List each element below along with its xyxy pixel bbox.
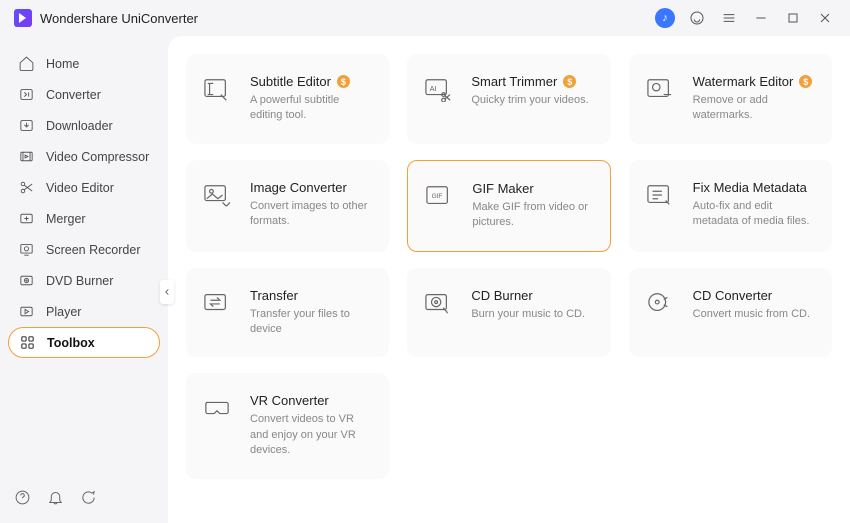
sidebar-item-downloader[interactable]: Downloader (8, 110, 160, 141)
sidebar-item-player[interactable]: Player (8, 296, 160, 327)
tool-card-gif-maker[interactable]: GIF GIF Maker Make GIF from video or pic… (407, 160, 610, 252)
account-avatar[interactable]: ♪ (654, 7, 676, 29)
tool-card-desc: Auto-fix and edit metadata of media file… (693, 199, 816, 230)
tool-card-desc: Burn your music to CD. (471, 307, 594, 322)
gif-maker-icon: GIF (424, 183, 458, 211)
tool-card-image-converter[interactable]: Image Converter Convert images to other … (186, 160, 389, 252)
tool-card-title: GIF Maker (472, 181, 533, 196)
title-bar: Wondershare UniConverter ♪ (0, 0, 850, 36)
tool-card-watermark-editor[interactable]: Watermark Editor $ Remove or add watermar… (629, 54, 832, 144)
tool-card-vr-converter[interactable]: VR Converter Convert videos to VR and en… (186, 373, 389, 478)
tool-card-title: VR Converter (250, 393, 329, 408)
cd-converter-icon (645, 290, 679, 318)
dvd-icon (16, 271, 36, 291)
app-title: Wondershare UniConverter (40, 11, 198, 26)
sidebar-item-label: Video Compressor (46, 150, 149, 164)
converter-icon (16, 85, 36, 105)
compressor-icon (16, 147, 36, 167)
fix-metadata-icon (645, 182, 679, 210)
menu-icon[interactable] (718, 7, 740, 29)
app-logo-icon (14, 9, 32, 27)
tool-card-title: Fix Media Metadata (693, 180, 807, 195)
merger-icon (16, 209, 36, 229)
tool-card-subtitle-editor[interactable]: Subtitle Editor $ A powerful subtitle edi… (186, 54, 389, 144)
sidebar-item-label: Video Editor (46, 181, 114, 195)
help-icon[interactable] (14, 489, 31, 511)
tool-card-title: Subtitle Editor (250, 74, 331, 89)
smart-trimmer-icon: AI (423, 76, 457, 104)
premium-badge: $ (563, 75, 576, 88)
tool-card-desc: Make GIF from video or pictures. (472, 200, 593, 231)
toolbox-icon (17, 333, 37, 353)
tool-card-desc: Convert music from CD. (693, 307, 816, 322)
svg-text:AI: AI (430, 84, 437, 93)
sidebar-item-label: Screen Recorder (46, 243, 141, 257)
svg-text:GIF: GIF (432, 193, 443, 200)
tool-card-desc: Transfer your files to device (250, 307, 373, 338)
premium-badge: $ (337, 75, 350, 88)
tool-card-smart-trimmer[interactable]: AI Smart Trimmer $ Quicky trim your video… (407, 54, 610, 144)
sidebar-item-screen-recorder[interactable]: Screen Recorder (8, 234, 160, 265)
sidebar-item-label: Converter (46, 88, 101, 102)
tool-card-title: CD Converter (693, 288, 772, 303)
minimize-icon[interactable] (750, 7, 772, 29)
tool-card-title: CD Burner (471, 288, 532, 303)
sidebar-item-video-compressor[interactable]: Video Compressor (8, 141, 160, 172)
sidebar-item-toolbox[interactable]: Toolbox (8, 327, 160, 358)
premium-badge: $ (799, 75, 812, 88)
sidebar-item-label: Toolbox (47, 336, 95, 350)
sidebar-item-converter[interactable]: Converter (8, 79, 160, 110)
image-converter-icon (202, 182, 236, 210)
sidebar: Home Converter Downloader Video Compress… (0, 36, 168, 523)
sidebar-item-label: Downloader (46, 119, 113, 133)
tool-card-desc: Quicky trim your videos. (471, 93, 594, 108)
sidebar-item-merger[interactable]: Merger (8, 203, 160, 234)
sidebar-item-video-editor[interactable]: Video Editor (8, 172, 160, 203)
sidebar-item-label: DVD Burner (46, 274, 113, 288)
tool-card-title: Transfer (250, 288, 298, 303)
tool-card-title: Image Converter (250, 180, 347, 195)
main-content: Subtitle Editor $ A powerful subtitle edi… (168, 36, 850, 523)
tool-card-fix-media-metadata[interactable]: Fix Media Metadata Auto-fix and edit met… (629, 160, 832, 252)
home-icon (16, 54, 36, 74)
vr-converter-icon (202, 395, 236, 423)
watermark-editor-icon (645, 76, 679, 104)
tool-card-desc: Remove or add watermarks. (693, 93, 816, 124)
tool-card-title: Smart Trimmer (471, 74, 557, 89)
tool-card-desc: A powerful subtitle editing tool. (250, 93, 373, 124)
tool-card-cd-burner[interactable]: CD Burner Burn your music to CD. (407, 268, 610, 358)
feedback-icon[interactable] (80, 489, 97, 511)
player-icon (16, 302, 36, 322)
maximize-icon[interactable] (782, 7, 804, 29)
sidebar-item-home[interactable]: Home (8, 48, 160, 79)
sidebar-item-label: Player (46, 305, 81, 319)
scissors-icon (16, 178, 36, 198)
close-icon[interactable] (814, 7, 836, 29)
notification-icon[interactable] (47, 489, 64, 511)
sidebar-item-dvd-burner[interactable]: DVD Burner (8, 265, 160, 296)
tool-card-title: Watermark Editor (693, 74, 794, 89)
tool-card-desc: Convert images to other formats. (250, 199, 373, 230)
support-icon[interactable] (686, 7, 708, 29)
transfer-icon (202, 290, 236, 318)
recorder-icon (16, 240, 36, 260)
collapse-sidebar-button[interactable] (160, 280, 174, 304)
sidebar-item-label: Home (46, 57, 79, 71)
sidebar-item-label: Merger (46, 212, 86, 226)
cd-burner-icon (423, 290, 457, 318)
tool-card-cd-converter[interactable]: CD Converter Convert music from CD. (629, 268, 832, 358)
tool-card-desc: Convert videos to VR and enjoy on your V… (250, 412, 373, 458)
tool-card-transfer[interactable]: Transfer Transfer your files to device (186, 268, 389, 358)
download-icon (16, 116, 36, 136)
subtitle-editor-icon (202, 76, 236, 104)
